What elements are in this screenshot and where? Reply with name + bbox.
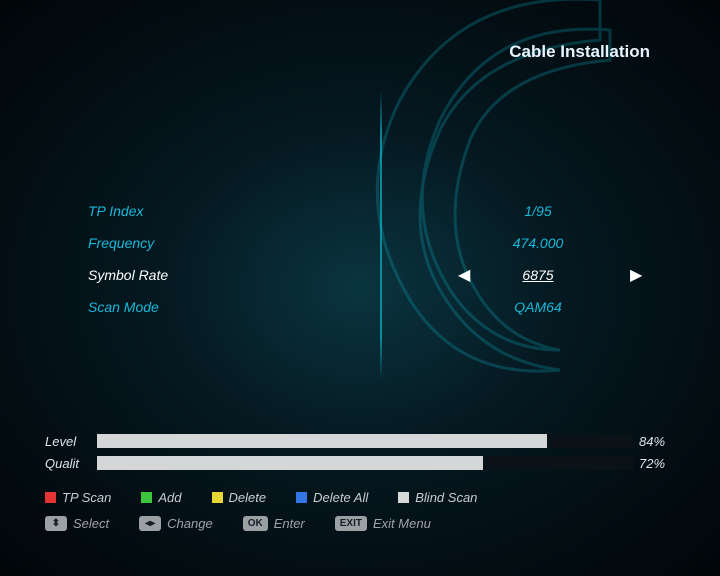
hint-label: Change — [167, 516, 213, 531]
action-label: Delete All — [313, 490, 368, 505]
hint-enter: OK Enter — [243, 516, 305, 531]
yellow-key-icon — [212, 492, 223, 503]
signal-quality-fill — [97, 456, 483, 470]
signal-quality-pct: 72% — [639, 456, 685, 471]
signal-level-label: Level — [45, 434, 97, 449]
setting-label: Scan Mode — [88, 299, 348, 315]
hint-label: Exit Menu — [373, 516, 431, 531]
setting-label: Symbol Rate — [88, 267, 348, 283]
signal-quality-bar — [97, 456, 633, 470]
signal-level-bar — [97, 434, 633, 448]
leftright-key-icon: ◂▸ — [139, 516, 161, 531]
hint-exit: EXIT Exit Menu — [335, 516, 431, 531]
action-label: Delete — [229, 490, 267, 505]
action-label: Blind Scan — [415, 490, 477, 505]
action-delete[interactable]: Delete — [212, 490, 267, 505]
setting-label: TP Index — [88, 203, 348, 219]
setting-value: 474.000 — [488, 235, 588, 251]
setting-value: 6875 — [488, 267, 588, 283]
action-delete-all[interactable]: Delete All — [296, 490, 368, 505]
setting-tp-index[interactable]: TP Index 1/95 — [88, 195, 648, 227]
signal-quality-label: Qualit — [45, 456, 97, 471]
green-key-icon — [141, 492, 152, 503]
ok-key-icon: OK — [243, 516, 268, 531]
blue-key-icon — [296, 492, 307, 503]
signal-quality-row: Qualit 72% — [45, 452, 685, 474]
setting-symbol-rate[interactable]: Symbol Rate ◀ 6875 ▶ — [88, 259, 648, 291]
hint-select: ⬍ Select — [45, 516, 109, 531]
setting-label: Frequency — [88, 235, 348, 251]
action-label: Add — [158, 490, 181, 505]
hints-panel: ⬍ Select ◂▸ Change OK Enter EXIT Exit Me… — [45, 516, 685, 531]
page-title: Cable Installation — [509, 42, 650, 62]
hint-label: Select — [73, 516, 109, 531]
signal-level-fill — [97, 434, 547, 448]
updown-key-icon: ⬍ — [45, 516, 67, 531]
signal-panel: Level 84% Qualit 72% — [45, 430, 685, 474]
actions-panel: TP Scan Add Delete Delete All Blind Scan — [45, 490, 685, 505]
settings-panel: TP Index 1/95 Frequency 474.000 Symbol R… — [88, 195, 648, 323]
action-add[interactable]: Add — [141, 490, 181, 505]
hint-label: Enter — [274, 516, 305, 531]
exit-key-icon: EXIT — [335, 516, 367, 531]
white-key-icon — [398, 492, 409, 503]
action-blind-scan[interactable]: Blind Scan — [398, 490, 477, 505]
arrow-left-icon[interactable]: ◀ — [458, 265, 470, 285]
hint-change: ◂▸ Change — [139, 516, 213, 531]
action-tp-scan[interactable]: TP Scan — [45, 490, 111, 505]
red-key-icon — [45, 492, 56, 503]
signal-level-row: Level 84% — [45, 430, 685, 452]
arrow-right-icon[interactable]: ▶ — [630, 265, 642, 285]
signal-level-pct: 84% — [639, 434, 685, 449]
setting-value: QAM64 — [488, 299, 588, 315]
setting-value: 1/95 — [488, 203, 588, 219]
setting-scan-mode[interactable]: Scan Mode QAM64 — [88, 291, 648, 323]
setting-frequency[interactable]: Frequency 474.000 — [88, 227, 648, 259]
action-label: TP Scan — [62, 490, 111, 505]
